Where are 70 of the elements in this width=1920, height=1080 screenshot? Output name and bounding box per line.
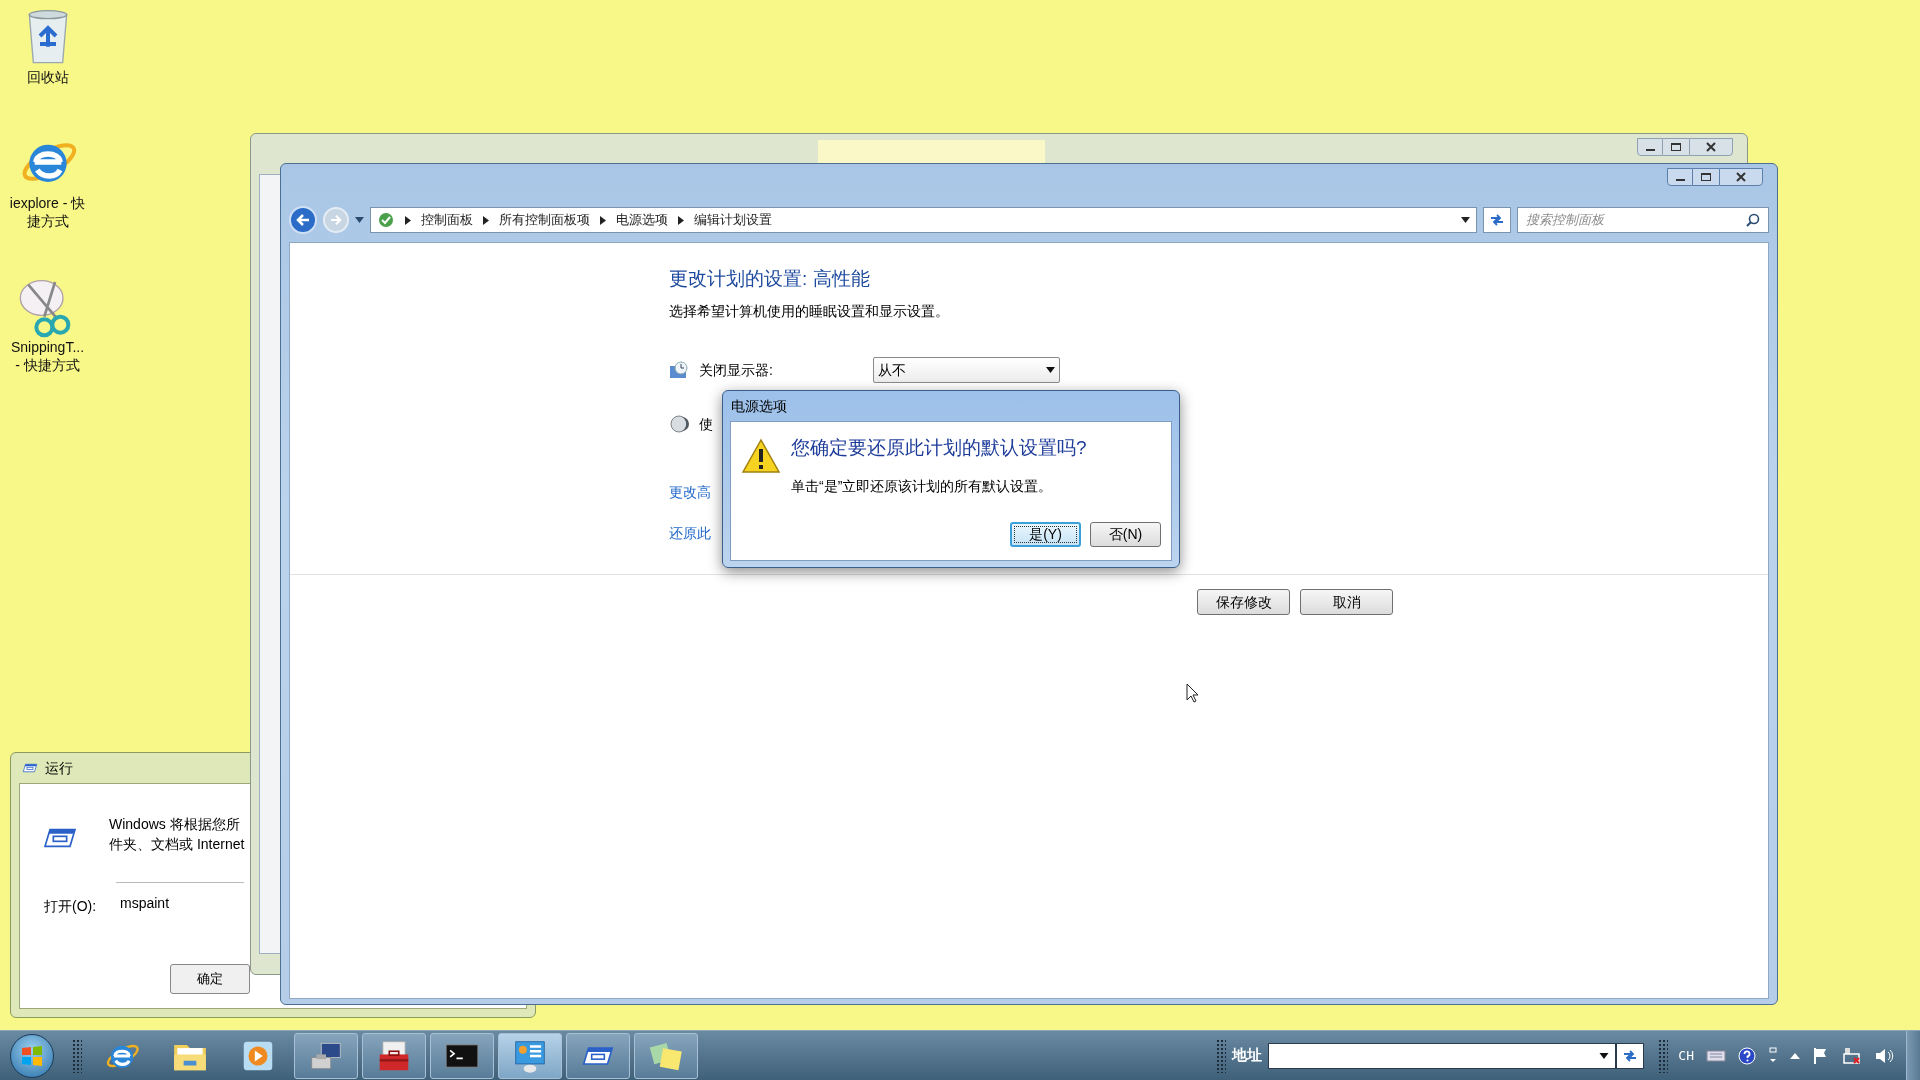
address-bar[interactable]: 控制面板 所有控制面板项 电源选项 编辑计划设置: [370, 207, 1477, 233]
page-subtitle: 选择希望计算机使用的睡眠设置和显示设置。: [669, 302, 950, 321]
setting-label: 关闭显示器:: [699, 360, 774, 380]
close-icon: [1706, 142, 1716, 152]
dropdown-icon[interactable]: [1461, 217, 1470, 223]
taskbar-button[interactable]: [566, 1032, 630, 1079]
monitor-icon: [669, 360, 689, 380]
breadcrumb-item[interactable]: 控制面板: [421, 210, 473, 230]
chevron-icon[interactable]: [600, 215, 606, 225]
help-icon[interactable]: [1738, 1046, 1756, 1065]
mouse-cursor-icon: [1186, 683, 1200, 703]
breadcrumb-item[interactable]: 电源选项: [616, 210, 668, 230]
window-title: 运行: [45, 758, 73, 778]
language-indicator[interactable]: CH: [1678, 1045, 1694, 1066]
desktop-icon-label[interactable]: 回收站: [26, 68, 69, 86]
footer-button[interactable]: 保存修改: [1197, 589, 1290, 615]
restore-icon[interactable]: [1768, 1046, 1778, 1065]
maximize-button[interactable]: [1663, 138, 1689, 156]
network-icon[interactable]: [1842, 1046, 1862, 1065]
start-button[interactable]: [10, 1033, 54, 1078]
keyboard-icon[interactable]: [1706, 1049, 1726, 1062]
arrow-right-icon: [330, 215, 342, 225]
open-label: 打开(O):: [44, 897, 97, 916]
dialog-title: 电源选项: [731, 396, 787, 416]
address-label: 地址: [1232, 1045, 1263, 1066]
caret-up-icon[interactable]: [1790, 1052, 1800, 1059]
dialog-button[interactable]: 否(N): [1090, 522, 1161, 547]
search-field[interactable]: 搜索控制面板: [1517, 207, 1769, 233]
breadcrumb-item[interactable]: 所有控制面板项: [499, 210, 590, 230]
close-button[interactable]: [1719, 168, 1763, 186]
taskbar-address-field[interactable]: [1268, 1042, 1617, 1069]
refresh-icon: [1489, 213, 1505, 227]
arrow-left-icon: [296, 214, 310, 226]
chevron-icon[interactable]: [405, 215, 411, 225]
settings-link[interactable]: 更改高: [669, 482, 711, 503]
desktop-icon-label[interactable]: iexplore - 快 捷方式: [9, 194, 86, 230]
refresh-icon: [1622, 1048, 1639, 1063]
run-description: Windows 将根据您所 件夹、文档或 Internet: [109, 815, 245, 854]
dialog-message: 单击“是”立即还原该计划的所有默认设置。: [791, 477, 1053, 496]
maximize-button[interactable]: [1693, 168, 1719, 186]
ok-button[interactable]: 确定: [170, 964, 250, 994]
search-icon: [1746, 213, 1760, 227]
taskbar-button[interactable]: [294, 1032, 358, 1079]
dropdown-icon: [1599, 1052, 1610, 1059]
taskbar-button[interactable]: [362, 1032, 426, 1079]
chevron-icon[interactable]: [678, 215, 684, 225]
volume-icon[interactable]: [1874, 1046, 1894, 1065]
footer-button[interactable]: 取消: [1300, 589, 1393, 615]
dialog-heading: 您确定要还原此计划的默认设置吗?: [791, 436, 1087, 460]
warning-icon: [741, 438, 781, 474]
breadcrumb-item[interactable]: 编辑计划设置: [694, 210, 772, 230]
go-button[interactable]: [1616, 1042, 1645, 1069]
desktop-icon-label[interactable]: SnippingT... - 快捷方式: [10, 338, 85, 374]
page-heading: 更改计划的设置: 高性能: [669, 267, 871, 291]
dropdown-icon: [1046, 367, 1055, 373]
windows-logo-icon: [20, 1043, 44, 1068]
moon-icon: [669, 414, 689, 434]
refresh-button[interactable]: [1483, 207, 1511, 233]
taskbar-button[interactable]: [430, 1032, 494, 1079]
minimize-button[interactable]: [1667, 168, 1693, 186]
open-input-field[interactable]: mspaint: [116, 882, 244, 914]
settings-link[interactable]: 还原此: [669, 523, 711, 544]
dialog-button[interactable]: 是(Y): [1010, 522, 1081, 547]
chevron-icon[interactable]: [483, 215, 489, 225]
close-icon: [1736, 172, 1746, 182]
back-button[interactable]: [289, 206, 317, 234]
close-button[interactable]: [1689, 138, 1733, 156]
setting-label: 使: [699, 414, 714, 434]
display-off-dropdown[interactable]: 从不: [873, 357, 1060, 383]
minimize-button[interactable]: [1637, 138, 1663, 156]
